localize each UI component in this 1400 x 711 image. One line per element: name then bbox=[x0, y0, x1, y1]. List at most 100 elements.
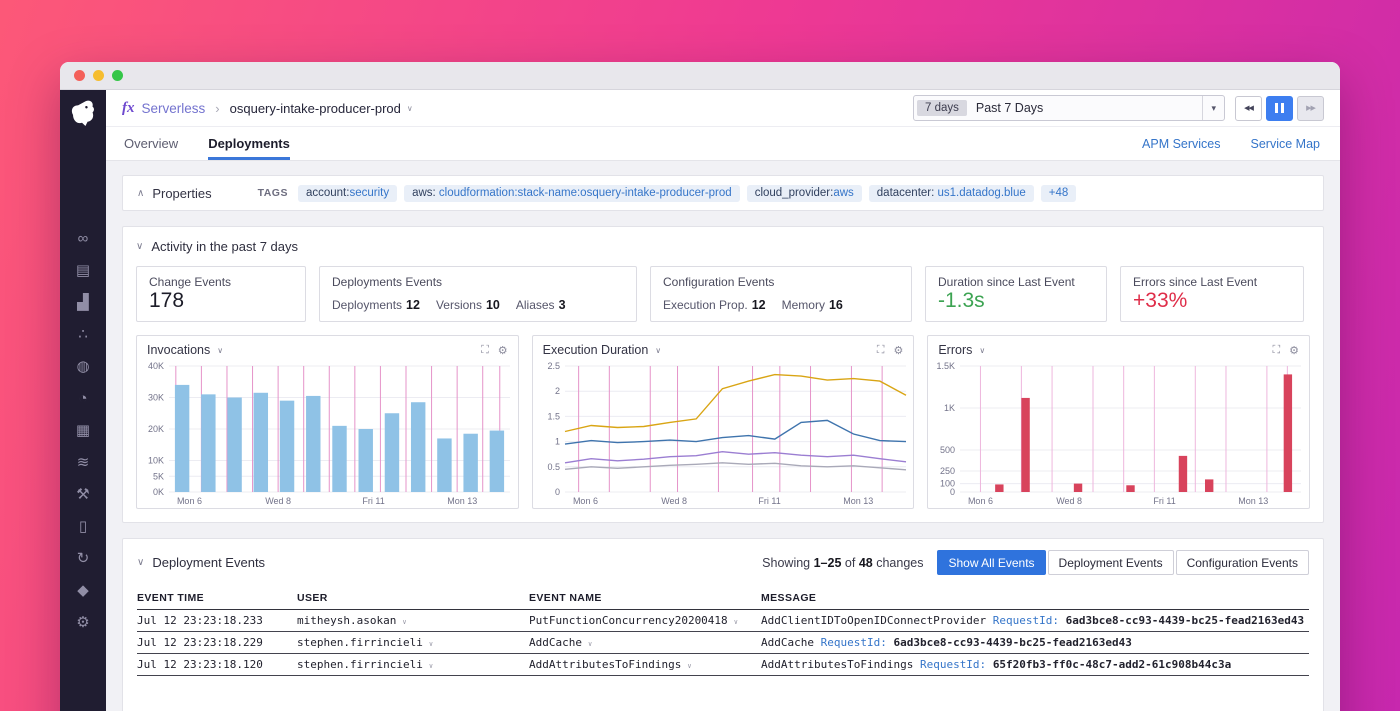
svg-text:Mon 6: Mon 6 bbox=[177, 496, 202, 506]
rewind-button[interactable]: ◀◀ bbox=[1235, 96, 1262, 121]
activity-cards: Change Events 178 Deployments Events Dep… bbox=[136, 266, 1310, 322]
time-range-label: Past 7 Days bbox=[976, 101, 1043, 115]
dashboards-icon[interactable]: ▟ bbox=[75, 295, 91, 311]
errors-chart: 01002505001K1.5KMon 6Wed 8Fri 11Mon 13 bbox=[928, 360, 1309, 508]
sidebar-nav-icons: ∞ ▤ ▟ ∴ ◍ ◔ ▦ ≋ ⚒ ▯ ↻ ◆ ⚙ bbox=[75, 231, 91, 631]
activity-panel: ∨ Activity in the past 7 days Change Eve… bbox=[122, 226, 1324, 523]
properties-panel: ∧ Properties TAGS account:security aws: … bbox=[122, 175, 1324, 211]
close-window-button[interactable] bbox=[74, 70, 85, 81]
minimize-window-button[interactable] bbox=[93, 70, 104, 81]
expand-icon[interactable]: ⛶ bbox=[481, 344, 489, 357]
svg-text:500: 500 bbox=[940, 445, 955, 455]
breadcrumb-entity[interactable]: osquery-intake-producer-prod bbox=[230, 101, 401, 116]
svg-text:0K: 0K bbox=[153, 487, 164, 497]
event-name-cell: AddCache∨ bbox=[529, 636, 761, 649]
chevron-down-icon[interactable]: ∨ bbox=[217, 346, 223, 355]
svg-text:Wed 8: Wed 8 bbox=[1057, 496, 1083, 506]
pause-button[interactable] bbox=[1266, 96, 1293, 121]
left-nav-sidebar: ∞ ▤ ▟ ∴ ◍ ◔ ▦ ≋ ⚒ ▯ ↻ ◆ ⚙ bbox=[60, 90, 106, 711]
forward-button[interactable]: ▶▶ bbox=[1297, 96, 1324, 121]
tab-deployments[interactable]: Deployments bbox=[208, 127, 290, 160]
column-event-name: EVENT NAME bbox=[529, 592, 761, 604]
activity-title: Activity in the past 7 days bbox=[151, 239, 298, 254]
card-title: Change Events bbox=[149, 275, 293, 289]
tab-overview[interactable]: Overview bbox=[124, 127, 178, 160]
svg-text:Fri 11: Fri 11 bbox=[1154, 496, 1176, 506]
card-title: Deployments Events bbox=[332, 275, 624, 289]
expand-caret-icon: ∨ bbox=[429, 640, 433, 648]
gear-icon[interactable]: ⚙ bbox=[498, 344, 508, 357]
duration-since-last-event-card: Duration since Last Event -1.3s bbox=[925, 266, 1107, 322]
svg-text:Wed 8: Wed 8 bbox=[661, 496, 687, 506]
integrations-icon[interactable]: ▦ bbox=[75, 423, 91, 439]
caret-down-icon[interactable]: ▾ bbox=[1202, 96, 1224, 120]
security-icon[interactable]: ◆ bbox=[75, 583, 91, 599]
execution-duration-chart-title[interactable]: Execution Duration bbox=[543, 343, 649, 357]
svg-text:1K: 1K bbox=[944, 403, 955, 413]
datadog-logo-icon[interactable] bbox=[65, 98, 101, 138]
product-title[interactable]: Serverless bbox=[142, 101, 206, 116]
svg-text:2.5: 2.5 bbox=[547, 361, 560, 371]
chevron-down-icon[interactable]: ∨ bbox=[407, 104, 413, 113]
table-row[interactable]: Jul 12 23:23:18.233 mitheysh.asokan∨ Put… bbox=[137, 610, 1309, 632]
invocations-chart: 0K5K10K20K30K40KMon 6Wed 8Fri 11Mon 13 bbox=[137, 360, 518, 508]
errors-chart-title[interactable]: Errors bbox=[938, 343, 972, 357]
gear-icon[interactable]: ⚙ bbox=[893, 344, 903, 357]
tag-chip[interactable]: cloud_provider:aws bbox=[747, 185, 862, 202]
card-title: Errors since Last Event bbox=[1133, 275, 1291, 289]
invocations-chart-title[interactable]: Invocations bbox=[147, 343, 210, 357]
logs-icon[interactable]: ≋ bbox=[75, 455, 91, 471]
deployment-events-filter-button[interactable]: Deployment Events bbox=[1048, 550, 1174, 575]
card-title: Duration since Last Event bbox=[938, 275, 1094, 289]
chevron-down-icon[interactable]: ∨ bbox=[655, 346, 661, 355]
tabs-row: Overview Deployments APM Services Servic… bbox=[106, 127, 1340, 161]
chevron-down-icon[interactable]: ∨ bbox=[979, 346, 985, 355]
show-all-events-button[interactable]: Show All Events bbox=[937, 550, 1045, 575]
collapse-properties-chevron-icon[interactable]: ∧ bbox=[137, 188, 144, 199]
pipelines-icon[interactable]: ↻ bbox=[75, 551, 91, 567]
watchdog-icon[interactable]: ∞ bbox=[75, 231, 91, 247]
message-cell: AddCache RequestId: 6ad3bce8-cc93-4439-b… bbox=[761, 636, 1309, 649]
notebooks-icon[interactable]: ▯ bbox=[75, 519, 91, 535]
tags-label: TAGS bbox=[258, 187, 288, 199]
apm-icon[interactable]: ◔ bbox=[75, 391, 91, 407]
app-window: ∞ ▤ ▟ ∴ ◍ ◔ ▦ ≋ ⚒ ▯ ↻ ◆ ⚙ fx bbox=[60, 62, 1340, 711]
configuration-events-filter-button[interactable]: Configuration Events bbox=[1176, 550, 1309, 575]
stat-memory: Memory16 bbox=[782, 298, 843, 312]
svg-text:Wed 8: Wed 8 bbox=[265, 496, 291, 506]
table-row[interactable]: Jul 12 23:23:18.229 stephen.firrincieli∨… bbox=[137, 632, 1309, 654]
errors-delta-value: +33% bbox=[1133, 289, 1291, 313]
tag-chip[interactable]: aws: cloudformation:stack-name:osquery-i… bbox=[404, 185, 740, 202]
expand-icon[interactable]: ⛶ bbox=[1272, 344, 1280, 357]
service-map-link[interactable]: Service Map bbox=[1251, 127, 1320, 160]
window-titlebar bbox=[60, 62, 1340, 90]
svg-text:40K: 40K bbox=[148, 361, 164, 371]
monitors-icon[interactable]: ◍ bbox=[75, 359, 91, 375]
svg-text:1.5: 1.5 bbox=[547, 411, 560, 421]
user-cell: stephen.firrincieli∨ bbox=[297, 636, 529, 649]
settings-icon[interactable]: ⚙ bbox=[75, 615, 91, 631]
stat-aliases: Aliases3 bbox=[516, 298, 566, 312]
event-time-cell: Jul 12 23:23:18.120 bbox=[137, 658, 297, 671]
collapse-deployment-events-chevron-icon[interactable]: ∨ bbox=[137, 557, 144, 568]
infrastructure-icon[interactable]: ∴ bbox=[75, 327, 91, 343]
expand-icon[interactable]: ⛶ bbox=[877, 344, 885, 357]
invocations-chart-card: Invocations ∨ ⛶ ⚙ 0K5K10K20K30K40KMon 6W… bbox=[136, 335, 519, 509]
synthetics-icon[interactable]: ⚒ bbox=[75, 487, 91, 503]
time-range-picker[interactable]: 7 days Past 7 Days ▾ bbox=[913, 95, 1225, 121]
event-name-cell: PutFunctionConcurrency20200418∨ bbox=[529, 614, 761, 627]
table-row[interactable]: Jul 12 23:23:18.120 stephen.firrincieli∨… bbox=[137, 654, 1309, 676]
collapse-activity-chevron-icon[interactable]: ∨ bbox=[136, 241, 143, 252]
tag-chip[interactable]: datacenter: us1.datadog.blue bbox=[869, 185, 1034, 202]
serverless-fx-icon: fx bbox=[122, 100, 135, 117]
deployment-events-panel: ∨ Deployment Events Showing 1–25 of 48 c… bbox=[122, 538, 1324, 711]
svg-text:100: 100 bbox=[940, 479, 955, 489]
change-events-card: Change Events 178 bbox=[136, 266, 306, 322]
apm-services-link[interactable]: APM Services bbox=[1142, 127, 1221, 160]
zoom-window-button[interactable] bbox=[112, 70, 123, 81]
gear-icon[interactable]: ⚙ bbox=[1289, 344, 1299, 357]
events-icon[interactable]: ▤ bbox=[75, 263, 91, 279]
change-events-value: 178 bbox=[149, 289, 293, 313]
tag-chip[interactable]: account:security bbox=[298, 185, 397, 202]
more-tags-chip[interactable]: +48 bbox=[1041, 185, 1077, 202]
